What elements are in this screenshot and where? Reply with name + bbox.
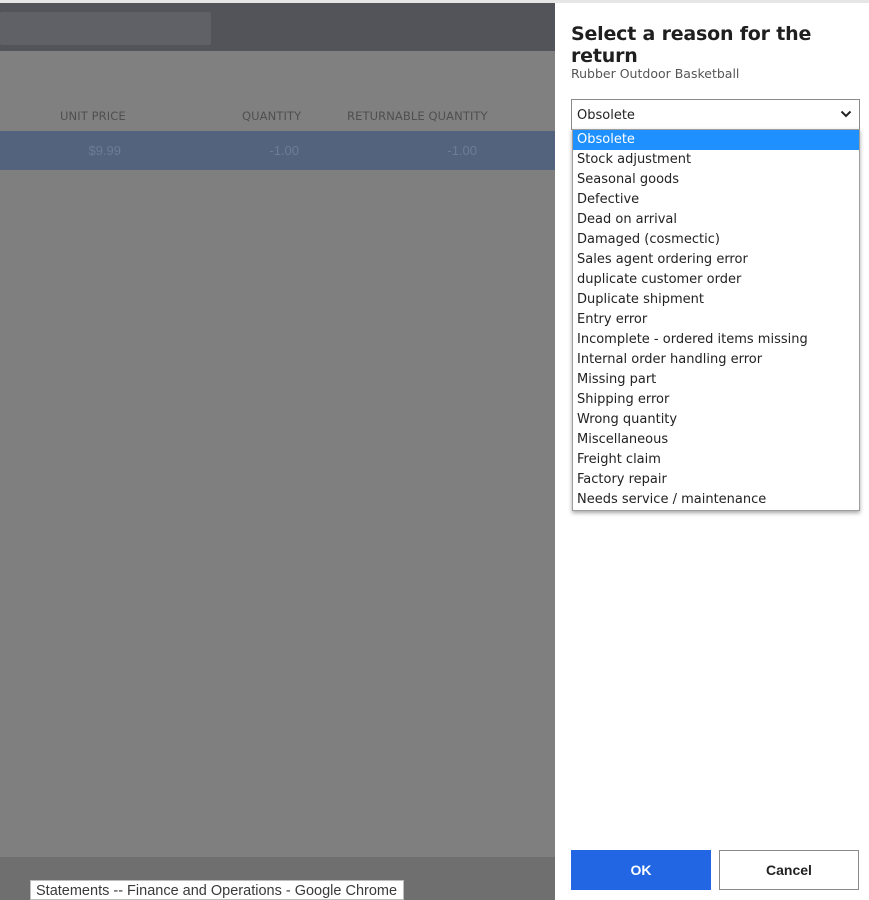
app-header: [0, 3, 555, 51]
window-top-edge: [0, 0, 869, 3]
window-title-tooltip: Statements -- Finance and Operations - G…: [30, 880, 405, 900]
cancel-button[interactable]: Cancel: [719, 850, 859, 890]
reason-option[interactable]: Dead on arrival: [573, 210, 859, 230]
reason-option[interactable]: Damaged (cosmectic): [573, 230, 859, 250]
table-row: $9.99 -1.00 -1.00: [0, 131, 555, 170]
header-search-bar: [0, 12, 211, 45]
reason-option[interactable]: Seasonal goods: [573, 170, 859, 190]
reason-option[interactable]: Needs service / maintenance: [573, 490, 859, 510]
reason-option[interactable]: Miscellaneous: [573, 430, 859, 450]
reason-select[interactable]: Obsolete: [571, 99, 860, 130]
reason-option[interactable]: Duplicate shipment: [573, 290, 859, 310]
reason-option[interactable]: Factory repair: [573, 470, 859, 490]
ok-button[interactable]: OK: [571, 850, 711, 890]
panel-title: Select a reason for the return: [571, 23, 812, 67]
column-header-unit-price: UNIT PRICE: [60, 109, 126, 123]
reason-dropdown-list: Obsolete Stock adjustment Seasonal goods De…: [572, 129, 860, 511]
reason-option[interactable]: Wrong quantity: [573, 410, 859, 430]
reason-option[interactable]: duplicate customer order: [573, 270, 859, 290]
cell-quantity: -1.00: [269, 143, 299, 158]
chevron-down-icon: [840, 110, 852, 118]
column-header-quantity: QUANTITY: [242, 109, 302, 123]
reason-option[interactable]: Incomplete - ordered items missing: [573, 330, 859, 350]
cell-unit-price: $9.99: [88, 143, 121, 158]
reason-option[interactable]: Internal order handling error: [573, 350, 859, 370]
product-name: Rubber Outdoor Basketball: [571, 66, 740, 81]
column-header-returnable-quantity: RETURNABLE QUANTITY: [347, 109, 488, 123]
grid-column-headers: UNIT PRICE QUANTITY RETURNABLE QUANTITY: [0, 51, 555, 131]
reason-option[interactable]: Obsolete: [573, 130, 859, 150]
reason-option[interactable]: Entry error: [573, 310, 859, 330]
reason-option[interactable]: Shipping error: [573, 390, 859, 410]
reason-option[interactable]: Stock adjustment: [573, 150, 859, 170]
reason-option[interactable]: Sales agent ordering error: [573, 250, 859, 270]
reason-option[interactable]: Missing part: [573, 370, 859, 390]
reason-option[interactable]: Defective: [573, 190, 859, 210]
cell-returnable-quantity: -1.00: [447, 143, 477, 158]
background-app: UNIT PRICE QUANTITY RETURNABLE QUANTITY …: [0, 0, 555, 900]
reason-select-value: Obsolete: [577, 108, 635, 123]
reason-option[interactable]: Freight claim: [573, 450, 859, 470]
